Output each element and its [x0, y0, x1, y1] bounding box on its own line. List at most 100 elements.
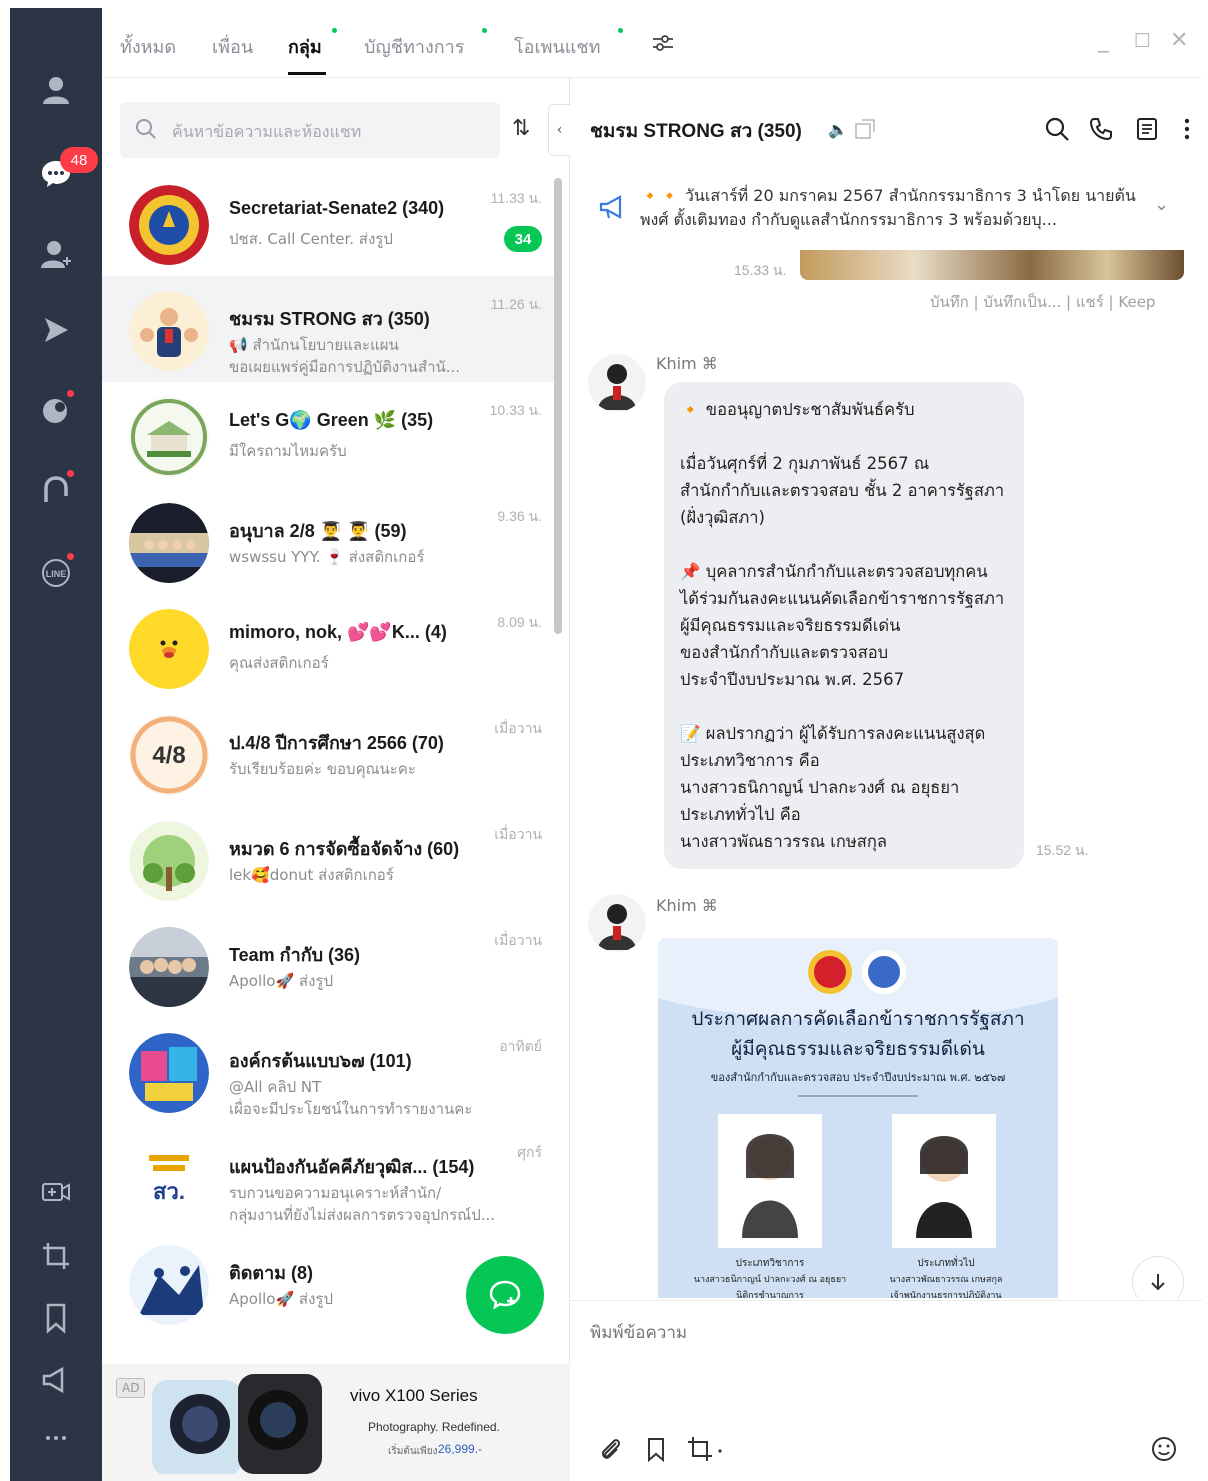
keep-bookmark-icon[interactable] [36, 1298, 76, 1338]
chat-row[interactable]: หมวด 6 การจัดซื้อจัดจ้าง (60) lek🥰donut … [102, 806, 554, 912]
collapse-list-button[interactable]: ‹ [548, 104, 570, 156]
arrow-down-icon [1151, 1274, 1165, 1291]
chat-time: 9.36 น. [497, 508, 542, 524]
video-call-icon[interactable] [36, 1172, 76, 1212]
minimize-button[interactable]: _ [1098, 28, 1109, 53]
announcement-icon[interactable] [36, 1360, 76, 1400]
openchat-icon[interactable] [36, 470, 76, 510]
message-input[interactable] [590, 1323, 1180, 1343]
poster-line: ของสำนักกำกับและตรวจสอบ ประจำปีงบประมาณ … [710, 1071, 1006, 1084]
avatar: สว. [129, 1139, 209, 1219]
avatar [129, 1245, 209, 1325]
call-icon[interactable] [1088, 116, 1114, 142]
poster-subtitle: ผู้มีคุณธรรมและจริยธรรมดีเด่น [731, 1038, 985, 1060]
screen-capture-icon[interactable] [686, 1435, 726, 1463]
tab-official-accounts[interactable]: บัญชีทางการ [364, 32, 464, 61]
more-options-icon[interactable] [1174, 116, 1200, 142]
chat-name: mimoro, nok, 💕💕K... (4) [229, 622, 447, 642]
filter-settings-icon[interactable] [650, 30, 676, 56]
unread-count-badge: 34 [504, 226, 542, 252]
prev-image-message[interactable] [800, 250, 1184, 280]
chat-name: หมวด 6 การจัดซื้อจัดจ้าง (60) [229, 839, 460, 859]
tab-groups[interactable]: กลุ่ม [288, 32, 322, 61]
search-icon[interactable] [1044, 116, 1070, 142]
chat-header: ชมรม STRONG สว (350) 🔈 [570, 78, 1202, 178]
room-title[interactable]: ชมรม STRONG สว (350) [590, 116, 802, 146]
search-input[interactable]: ค้นหาข้อความและห้องแชท [172, 120, 361, 145]
ad-price-prefix: เริ่มต้นเพียง [388, 1446, 438, 1457]
poster-background [658, 938, 1058, 1298]
prev-image-actions[interactable]: บันทึก | บันทึกเป็น... | แชร์ | Keep [930, 290, 1155, 314]
keep-save-icon[interactable] [642, 1435, 670, 1463]
avatar [129, 821, 209, 901]
chat-preview: มีใครถามไหมครับ [229, 442, 347, 460]
chat-preview: 📢 สำนักนโยบายและแผน [229, 336, 399, 354]
chat-preview: Apollo🚀 ส่งรูป [229, 972, 333, 990]
chat-name: องค์กรต้นแบบ๖๗ (101) [229, 1051, 412, 1071]
chat-row[interactable]: อนุบาล 2/8 👨‍🎓 👨‍🎓 (59) wswssu YYY. 🍷 ส่… [102, 488, 554, 594]
chat-time: ศุกร์ [517, 1144, 542, 1160]
voom-icon[interactable] [36, 310, 76, 350]
tab-openchat-dot [618, 28, 623, 33]
tab-friends[interactable]: เพื่อน [212, 32, 253, 61]
screenshot-crop-icon[interactable] [36, 1236, 76, 1276]
search-box[interactable]: ค้นหาข้อความและห้องแชท [120, 102, 500, 158]
emoji-icon[interactable] [1150, 1435, 1178, 1463]
line-services-icon[interactable]: LINE [36, 553, 76, 593]
chat-row[interactable]: 4/8 ป.4/8 ปีการศึกษา 2566 (70) รับเรียบร… [102, 700, 554, 806]
poster-person1-role: นิติกรชำนาญการ [736, 1291, 804, 1298]
chat-row[interactable]: องค์กรต้นแบบ๖๗ (101) @All คลิป NT เผื่อจ… [102, 1018, 554, 1124]
chat-preview-line2: ขอเผยแพร่คู่มือการปฏิบัติงานสำนั... [229, 358, 461, 376]
sender-avatar[interactable] [588, 354, 646, 412]
more-menu-icon[interactable] [36, 1418, 76, 1458]
new-chat-button[interactable] [466, 1256, 544, 1334]
chat-time: 11.33 น. [490, 190, 542, 206]
active-tab-underline [288, 72, 326, 75]
notes-icon[interactable] [1134, 116, 1160, 142]
ad-banner[interactable]: AD vivo X100 Series Photography. Redefin… [102, 1364, 570, 1481]
popout-icon[interactable] [854, 118, 876, 140]
sort-icon[interactable]: ⇅ [512, 116, 530, 141]
chat-row[interactable]: ชมรม STRONG สว (350) 📢 สำนักนโยบายและแผน… [102, 276, 554, 382]
megaphone-icon [598, 192, 628, 222]
sender-avatar[interactable] [588, 894, 646, 952]
svg-text:4/8: 4/8 [152, 742, 185, 769]
image-message-poster[interactable]: ประกาศผลการคัดเลือกข้าราชการรัฐสภา ผู้มี… [658, 938, 1058, 1298]
message-text: 🔸 ขออนุญาตประชาสัมพันธ์ครับ เมื่อวันศุกร… [680, 400, 1005, 851]
chevron-down-icon[interactable]: ⌄ [1154, 194, 1169, 215]
chat-preview: คุณส่งสติกเกอร์ [229, 654, 329, 672]
tab-openchat[interactable]: โอเพนแชท [514, 32, 600, 61]
chat-name: ป.4/8 ปีการศึกษา 2566 (70) [229, 733, 444, 753]
chat-row[interactable]: Team กำกับ (36) Apollo🚀 ส่งรูป เมื่อวาน [102, 912, 554, 1018]
chat-time: เมื่อวาน [494, 720, 542, 736]
friends-icon[interactable] [36, 70, 76, 110]
announcement-banner[interactable]: 🔸🔸 วันเสาร์ที่ 20 มกราคม 2567 สำนักกรรมา… [584, 174, 1196, 238]
attach-file-icon[interactable] [596, 1435, 624, 1463]
maximize-button[interactable]: ☐ [1134, 30, 1151, 52]
mute-icon: 🔈 [828, 120, 848, 139]
close-button[interactable]: ✕ [1170, 28, 1188, 53]
chat-time: เมื่อวาน [494, 932, 542, 948]
chat-row[interactable]: สว. แผนป้องกันอัคคีภัยวุฒิส... (154) รบก… [102, 1124, 554, 1230]
sender-name: Khim ⌘ [656, 354, 718, 373]
message-composer [570, 1300, 1202, 1481]
left-nav-rail: 48 LINE [10, 8, 102, 1481]
chat-list-scrollbar[interactable] [554, 178, 562, 634]
chat-row[interactable]: Secretariat-Senate2 (340) ปชส. Call Cent… [102, 170, 554, 276]
news-icon[interactable] [36, 390, 76, 430]
chat-name: Let's G🌍 Green 🌿 (35) [229, 410, 434, 430]
add-friend-icon[interactable] [36, 234, 76, 274]
chat-preview: lek🥰donut ส่งสติกเกอร์ [229, 866, 394, 884]
chat-row[interactable]: Let's G🌍 Green 🌿 (35) มีใครถามไหมครับ 10… [102, 382, 554, 488]
tab-groups-dot [332, 28, 337, 33]
chat-time: 10.33 น. [489, 402, 542, 418]
ad-price: 26,999.- [438, 1442, 483, 1456]
poster-person1-type: ประเภทวิชาการ [735, 1258, 805, 1269]
scroll-to-bottom-button[interactable] [1132, 1256, 1184, 1298]
top-tab-bar: ทั้งหมด เพื่อน กลุ่ม บัญชีทางการ โอเพนแช… [102, 8, 1202, 78]
tab-all[interactable]: ทั้งหมด [120, 32, 176, 61]
chat-time: อาทิตย์ [499, 1038, 542, 1054]
message-bubble[interactable]: 🔸 ขออนุญาตประชาสัมพันธ์ครับ เมื่อวันศุกร… [664, 382, 1024, 869]
svg-text:สว.: สว. [153, 1179, 185, 1204]
chat-row[interactable]: mimoro, nok, 💕💕K... (4) คุณส่งสติกเกอร์ … [102, 594, 554, 700]
